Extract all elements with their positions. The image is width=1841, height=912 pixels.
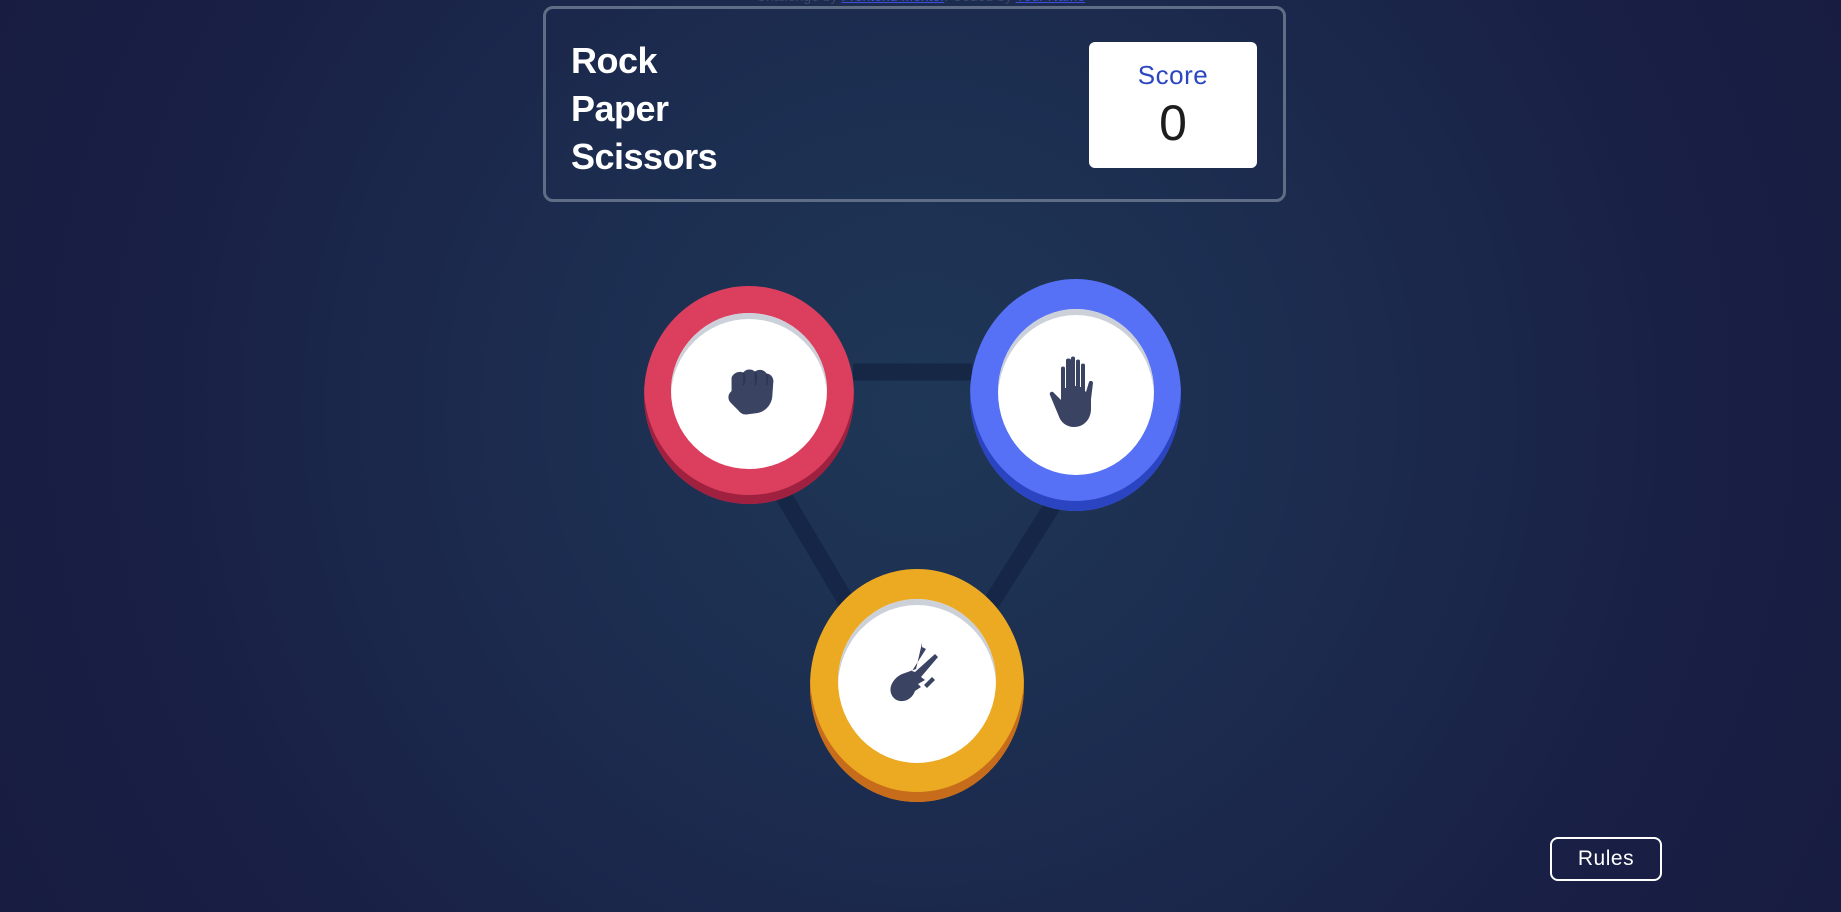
scissors-choice-face [838, 599, 996, 763]
title-line-paper: Paper [571, 88, 669, 129]
title-line-scissors: Scissors [571, 136, 718, 177]
scissors-hand-icon [890, 643, 938, 702]
game-header: Rock Paper Scissors Score 0 [543, 6, 1286, 202]
attribution-link-frontend-mentor[interactable]: Frontend Mentor [842, 0, 945, 4]
rules-button[interactable]: Rules [1550, 837, 1662, 881]
paper-choice-button[interactable] [970, 279, 1181, 511]
score-label: Score [1137, 60, 1209, 90]
paper-choice-face [998, 309, 1154, 475]
scissors-choice-button[interactable] [810, 569, 1024, 802]
attribution-text: Challenge by Frontend Mentor. Coded by Y… [0, 0, 1841, 4]
rock-choice-face [671, 313, 827, 469]
attribution-link-author[interactable]: Your Name [1016, 0, 1086, 4]
rock-choice-button[interactable] [644, 286, 854, 504]
triangle-edge-left [775, 490, 861, 618]
open-hand-icon [1049, 356, 1093, 427]
title-line-rock: Rock [571, 40, 658, 81]
triangle-edge-right [977, 500, 1061, 618]
score-value: 0 [1159, 95, 1187, 151]
score-box: Score 0 [1089, 42, 1257, 168]
fist-icon [728, 369, 774, 415]
game-title: Rock Paper Scissors [571, 37, 718, 181]
